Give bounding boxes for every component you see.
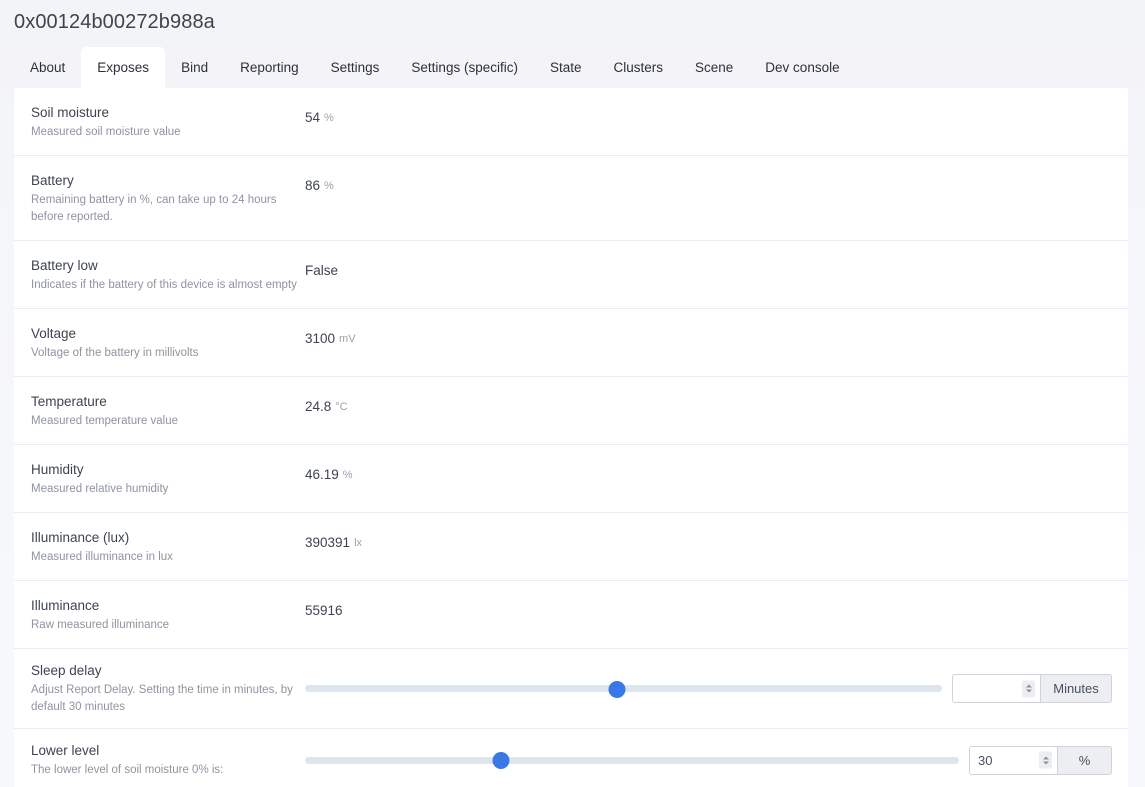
number-input-value: 30 (978, 752, 993, 768)
slider-thumb[interactable] (608, 680, 626, 698)
tab-dev-console[interactable]: Dev console (749, 47, 855, 88)
device-page: 0x00124b00272b988a About Exposes Bind Repor… (0, 0, 1145, 787)
expose-row-humidity: Humidity Measured relative humidity 46.19% (14, 445, 1128, 513)
tab-scene[interactable]: Scene (679, 47, 749, 88)
expose-row-battery-low: Battery low Indicates if the battery of t… (14, 241, 1128, 309)
expose-value: 390391 (305, 535, 351, 550)
unit-addon: % (1057, 745, 1112, 775)
number-stepper[interactable] (1022, 680, 1035, 697)
expose-row-soil-moisture: Soil moisture Measured soil moisture valu… (14, 88, 1128, 156)
number-stepper[interactable] (1039, 751, 1052, 769)
expose-description: Measured illuminance in lux (31, 551, 173, 563)
input-group: Minutes (952, 674, 1112, 703)
unit-addon: Minutes (1040, 674, 1112, 703)
tab-state[interactable]: State (534, 47, 598, 88)
slider-lower-level[interactable] (305, 750, 959, 770)
tab-about[interactable]: About (14, 47, 81, 88)
expose-label-block: Battery Remaining battery in %, can take … (31, 170, 305, 226)
expose-row-battery: Battery Remaining battery in %, can take … (14, 156, 1128, 241)
expose-description: Voltage of the battery in millivolts (31, 347, 199, 359)
exposes-list: Soil moisture Measured soil moisture valu… (14, 88, 1128, 787)
expose-label-block: Illuminance Raw measured illuminance (31, 595, 305, 634)
expose-value-unit: mV (339, 332, 356, 345)
expose-row-voltage: Voltage Voltage of the battery in millivo… (14, 309, 1128, 377)
expose-value-block: 3100 mV (305, 323, 1112, 351)
expose-value-block: 390391 lx (305, 527, 1112, 555)
number-input-lower-level[interactable]: 30 (969, 745, 1057, 775)
expose-value: 86 (305, 178, 321, 193)
expose-value-block: 86% (305, 170, 1112, 198)
slider-sleep-delay[interactable] (305, 679, 942, 699)
expose-name: Battery low (31, 258, 98, 273)
tab-bar: About Exposes Bind Reporting Settings Setting… (14, 47, 1128, 88)
tab-settings[interactable]: Settings (315, 47, 396, 88)
expose-name: Illuminance (31, 598, 100, 613)
expose-label-block: Humidity Measured relative humidity (31, 459, 305, 498)
expose-name: Illuminance (lux) (31, 530, 130, 545)
page-title: 0x00124b00272b988a (14, 11, 215, 33)
expose-name: Voltage (31, 326, 77, 341)
expose-description: Measured relative humidity (31, 483, 169, 495)
expose-value-unit: °C (335, 400, 348, 413)
expose-description: Indicates if the battery of this device … (31, 279, 297, 291)
expose-value: 54 (305, 110, 321, 125)
expose-value: 3100 (305, 331, 336, 346)
expose-name: Humidity (31, 462, 84, 477)
expose-value-unit: % (324, 179, 334, 192)
tab-exposes[interactable]: Exposes (81, 47, 166, 88)
expose-description: Measured soil moisture value (31, 126, 181, 138)
expose-label-block: Sleep delay Adjust Report Delay. Setting … (31, 661, 305, 716)
expose-value-unit: % (342, 468, 353, 481)
expose-control-area: 30% (305, 745, 1112, 775)
expose-name: Sleep delay (31, 663, 102, 678)
tab-bind[interactable]: Bind (165, 47, 224, 88)
expose-value-block: 46.19% (305, 459, 1112, 487)
input-group: 30% (969, 745, 1112, 775)
expose-row-illuminance: Illuminance Raw measured illuminance 55916 (14, 581, 1128, 649)
expose-value-unit: lx (354, 536, 363, 549)
expose-description: Adjust Report Delay. Setting the time in… (31, 684, 293, 713)
expose-label-block: Soil moisture Measured soil moisture valu… (31, 102, 305, 141)
expose-description: The lower level of soil moisture 0% is: (31, 764, 224, 776)
number-input-sleep-delay[interactable] (952, 674, 1040, 703)
expose-control-area: Minutes (305, 674, 1112, 703)
expose-name: Battery (31, 173, 74, 188)
expose-description: Measured temperature value (31, 415, 179, 427)
chevron-up-icon[interactable] (1042, 756, 1049, 759)
expose-value-block: False (305, 255, 1112, 283)
expose-value: 24.8 (305, 399, 332, 414)
exposes-panel: Soil moisture Measured soil moisture valu… (14, 88, 1128, 787)
expose-name: Temperature (31, 394, 107, 409)
expose-label-block: Temperature Measured temperature value (31, 391, 305, 430)
expose-name: Soil moisture (31, 105, 110, 120)
expose-value-block: 55916 (305, 595, 1112, 623)
expose-row-sleep-delay: Sleep delay Adjust Report Delay. Setting … (14, 649, 1128, 729)
tab-clusters[interactable]: Clusters (598, 47, 680, 88)
chevron-down-icon[interactable] (1042, 761, 1049, 764)
tab-settings-specific[interactable]: Settings (specific) (395, 47, 534, 88)
expose-label-block: Voltage Voltage of the battery in millivo… (31, 323, 305, 362)
expose-row-temperature: Temperature Measured temperature value 24.… (14, 377, 1128, 445)
expose-label-block: Illuminance (lux) Measured illuminance in… (31, 527, 305, 566)
chevron-up-icon[interactable] (1025, 684, 1032, 688)
expose-value-unit: % (324, 111, 334, 124)
slider-track[interactable] (305, 756, 959, 764)
expose-name: Lower level (31, 743, 100, 758)
expose-value: False (305, 263, 339, 278)
slider-thumb[interactable] (492, 752, 510, 769)
expose-row-illuminance-lux: Illuminance (lux) Measured illuminance in… (14, 513, 1128, 581)
tab-reporting[interactable]: Reporting (224, 47, 315, 88)
expose-value: 46.19 (305, 467, 339, 482)
expose-value-block: 24.8 °C (305, 391, 1112, 419)
chevron-down-icon[interactable] (1025, 689, 1032, 693)
expose-row-lower-level: Lower level The lower level of soil moist… (14, 729, 1128, 787)
expose-value: 55916 (305, 603, 343, 618)
expose-label-block: Battery low Indicates if the battery of t… (31, 255, 305, 294)
expose-description: Raw measured illuminance (31, 619, 170, 631)
expose-label-block: Lower level The lower level of soil moist… (31, 741, 305, 779)
expose-description: Remaining battery in %, can take up to 2… (31, 194, 277, 223)
expose-value-block: 54% (305, 102, 1112, 130)
